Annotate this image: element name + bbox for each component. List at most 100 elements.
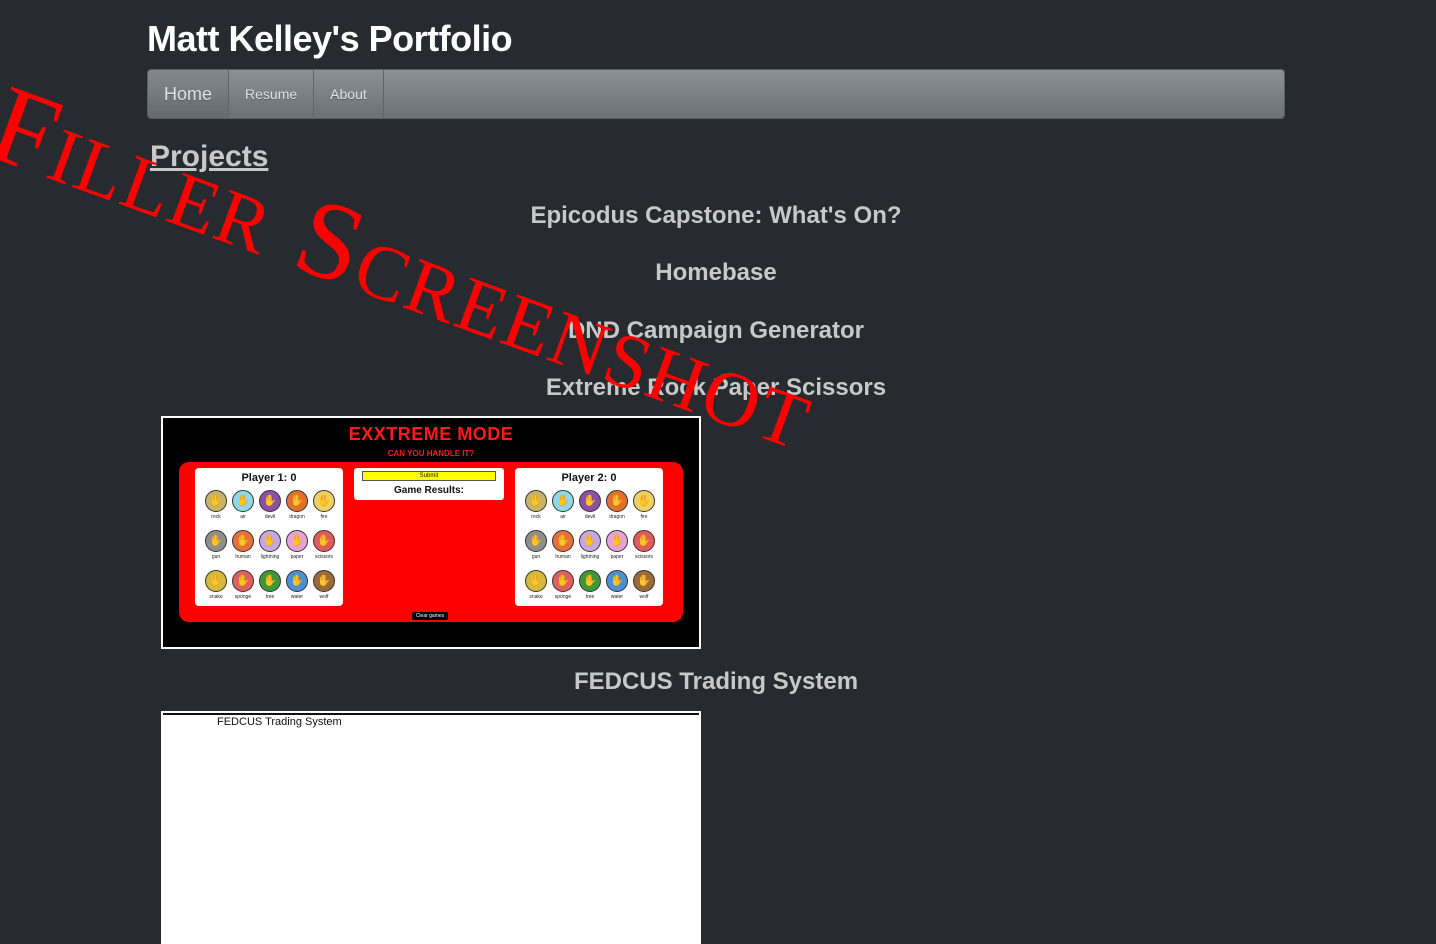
choice-label: lightning (260, 554, 280, 560)
choice-human[interactable]: ✋ human (550, 530, 576, 560)
choice-label: paper (610, 554, 624, 560)
clear-games-button[interactable]: Clear games (412, 612, 448, 620)
lightning-icon: ✋ (259, 530, 281, 552)
sponge-icon: ✋ (232, 570, 254, 592)
air-icon: ✋ (232, 490, 254, 512)
nav-item-resume[interactable]: Resume (229, 70, 315, 118)
choice-gun[interactable]: ✋ gun (203, 530, 229, 560)
human-icon: ✋ (552, 530, 574, 552)
site-title: Matt Kelley's Portfolio (147, 18, 513, 59)
choice-label: rock (531, 514, 541, 520)
choice-label: gun (211, 554, 221, 560)
fire-icon: ✋ (633, 490, 655, 512)
choice-lightning[interactable]: ✋ lightning (257, 530, 283, 560)
sponge-icon: ✋ (552, 570, 574, 592)
projects-heading[interactable]: Projects (150, 140, 268, 174)
player2-panel: Player 2: 0 ✋ rock ✋ air ✋ devil ✋ dragon ✋ fire ✋… (515, 468, 663, 606)
choice-label: water (610, 594, 624, 600)
wolf-icon: ✋ (313, 570, 335, 592)
choice-label: air (560, 514, 566, 520)
choice-label: devil (584, 514, 596, 520)
choice-scissors[interactable]: ✋ scissors (631, 530, 657, 560)
devil-icon: ✋ (259, 490, 281, 512)
choice-label: gun (531, 554, 541, 560)
choice-label: snake (529, 594, 543, 600)
nav-item-home[interactable]: Home (148, 70, 230, 118)
choice-label: lightning (580, 554, 600, 560)
player1-score: Player 1: 0 (241, 472, 297, 484)
choice-rock[interactable]: ✋ rock (203, 490, 229, 520)
air-icon: ✋ (552, 490, 574, 512)
choice-label: human (555, 554, 571, 560)
rps-game-subtitle: CAN YOU HANDLE IT? (387, 449, 475, 458)
fedcus-screenshot[interactable]: FEDCUS Trading System (161, 711, 701, 944)
choice-snake[interactable]: ✋ snake (203, 570, 229, 600)
choice-label: fire (320, 514, 328, 520)
page-container: Matt Kelley's Portfolio Home Resume Abou… (147, 0, 1285, 944)
choice-label: dragon (289, 514, 305, 520)
project-title-rps: Extreme Rock Paper Scissors (545, 374, 887, 401)
nav-item-about[interactable]: About (314, 70, 384, 118)
player2-score: Player 2: 0 (561, 472, 617, 484)
devil-icon: ✋ (579, 490, 601, 512)
project-title-dnd: DND Campaign Generator (567, 317, 865, 344)
choice-label: wolf (639, 594, 649, 600)
choice-devil[interactable]: ✋ devil (257, 490, 283, 520)
rps-game-area: Player 1: 0 ✋ rock ✋ air ✋ devil ✋ dragon ✋ fire ✋… (179, 462, 683, 622)
dragon-icon: ✋ (606, 490, 628, 512)
player1-panel: Player 1: 0 ✋ rock ✋ air ✋ devil ✋ dragon ✋ fire ✋… (195, 468, 343, 606)
navbar: Home Resume About (147, 69, 1285, 119)
wolf-icon: ✋ (633, 570, 655, 592)
human-icon: ✋ (232, 530, 254, 552)
choice-sponge[interactable]: ✋ sponge (230, 570, 256, 600)
choice-snake[interactable]: ✋ snake (523, 570, 549, 600)
project-title-whats-on: Epicodus Capstone: What's On? (530, 202, 902, 229)
tree-icon: ✋ (579, 570, 601, 592)
choice-label: water (290, 594, 304, 600)
choice-scissors[interactable]: ✋ scissors (311, 530, 337, 560)
choice-lightning[interactable]: ✋ lightning (577, 530, 603, 560)
rps-screenshot[interactable]: EXXTREME MODE CAN YOU HANDLE IT? Player … (161, 416, 701, 649)
choice-label: devil (264, 514, 276, 520)
project-title-homebase: Homebase (655, 259, 777, 286)
choice-human[interactable]: ✋ human (230, 530, 256, 560)
choice-paper[interactable]: ✋ paper (284, 530, 310, 560)
choice-label: rock (211, 514, 221, 520)
choice-fire[interactable]: ✋ fire (311, 490, 337, 520)
water-icon: ✋ (286, 570, 308, 592)
scissors-icon: ✋ (313, 530, 335, 552)
choice-air[interactable]: ✋ air (230, 490, 256, 520)
snake-icon: ✋ (525, 570, 547, 592)
choice-label: air (240, 514, 246, 520)
choice-sponge[interactable]: ✋ sponge (550, 570, 576, 600)
choice-rock[interactable]: ✋ rock (523, 490, 549, 520)
choice-paper[interactable]: ✋ paper (604, 530, 630, 560)
rock-icon: ✋ (525, 490, 547, 512)
scissors-icon: ✋ (633, 530, 655, 552)
choice-water[interactable]: ✋ water (284, 570, 310, 600)
choice-air[interactable]: ✋ air (550, 490, 576, 520)
choice-tree[interactable]: ✋ tree (257, 570, 283, 600)
choice-tree[interactable]: ✋ tree (577, 570, 603, 600)
choice-gun[interactable]: ✋ gun (523, 530, 549, 560)
choice-label: dragon (609, 514, 625, 520)
choice-label: fire (640, 514, 648, 520)
choice-water[interactable]: ✋ water (604, 570, 630, 600)
choice-label: paper (290, 554, 304, 560)
lightning-icon: ✋ (579, 530, 601, 552)
paper-icon: ✋ (606, 530, 628, 552)
choice-fire[interactable]: ✋ fire (631, 490, 657, 520)
choice-dragon[interactable]: ✋ dragon (284, 490, 310, 520)
choice-devil[interactable]: ✋ devil (577, 490, 603, 520)
fedcus-top-border (163, 713, 699, 715)
choice-label: tree (265, 594, 275, 600)
choice-wolf[interactable]: ✋ wolf (631, 570, 657, 600)
submit-button[interactable]: Submit (362, 471, 496, 481)
dragon-icon: ✋ (286, 490, 308, 512)
fire-icon: ✋ (313, 490, 335, 512)
choice-wolf[interactable]: ✋ wolf (311, 570, 337, 600)
choice-label: wolf (319, 594, 329, 600)
choice-dragon[interactable]: ✋ dragon (604, 490, 630, 520)
results-panel: Submit Game Results: (354, 468, 504, 500)
choice-label: scissors (314, 554, 334, 560)
